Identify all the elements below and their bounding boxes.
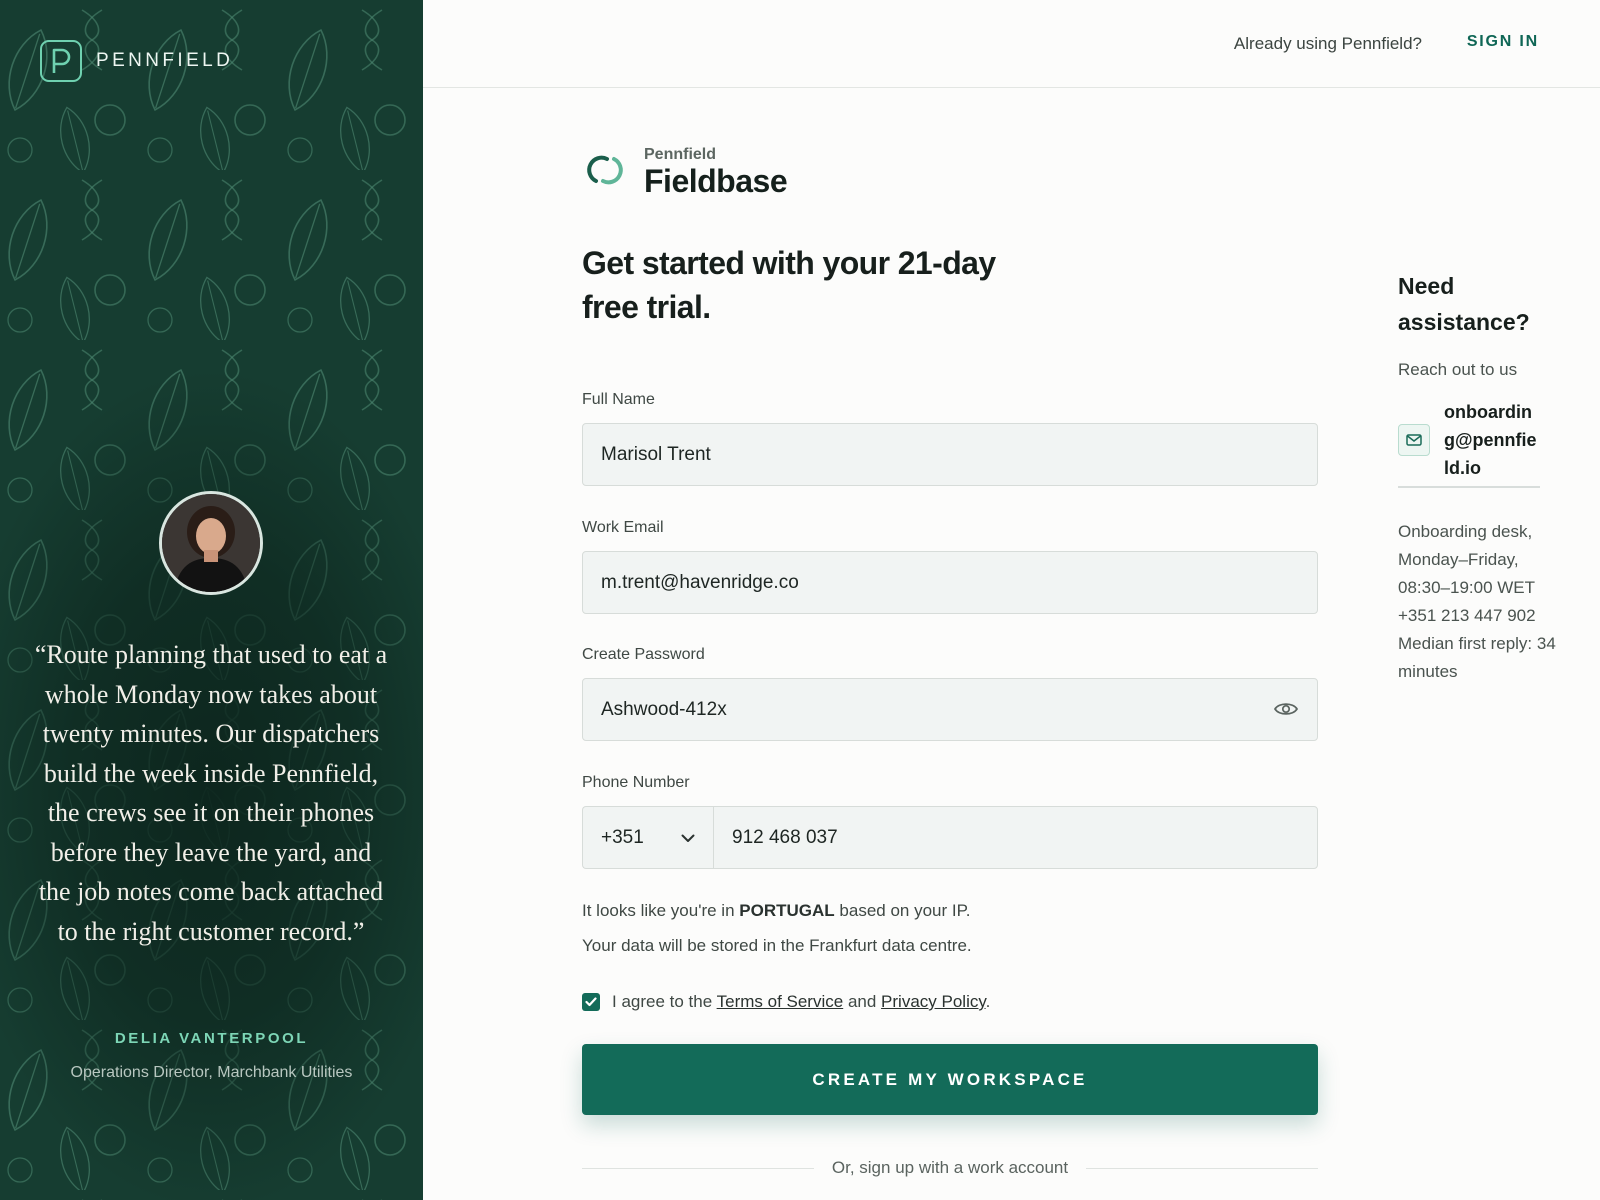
location-prefix: It looks like you're in bbox=[582, 901, 735, 920]
page-title: Get started with your 21-day free trial. bbox=[582, 245, 996, 325]
storage-note: Your data will be stored in the Frankfur… bbox=[582, 936, 972, 955]
support-phone: +351 213 447 902 bbox=[1398, 606, 1536, 625]
support-email: onboarding@pennfield.io bbox=[1444, 402, 1537, 478]
brand-name: PENNFIELD bbox=[96, 50, 234, 71]
full-name-label: Full Name bbox=[582, 391, 655, 408]
check-icon bbox=[585, 997, 597, 1007]
phone-label: Phone Number bbox=[582, 774, 690, 791]
agree-period: . bbox=[985, 992, 991, 1011]
alt-signup-text[interactable]: Or, sign up with a work account bbox=[832, 1158, 1068, 1178]
support-reply-time: Median first reply: 34 minutes bbox=[1398, 634, 1556, 681]
fieldbase-logo-icon bbox=[582, 150, 628, 195]
assistance-reach: Reach out to us bbox=[1398, 360, 1518, 379]
password-input[interactable] bbox=[582, 678, 1318, 741]
alt-signup-divider: Or, sign up with a work account bbox=[582, 1158, 1319, 1178]
top-bar: Already using Pennfield? SIGN IN bbox=[423, 0, 1600, 88]
terms-checkbox[interactable] bbox=[582, 993, 600, 1011]
terms-link[interactable]: Terms of Service bbox=[717, 992, 844, 1011]
terms-agreement: I agree to the Terms of Service and Priv… bbox=[582, 992, 990, 1012]
chevron-down-icon bbox=[681, 827, 695, 849]
work-email-label: Work Email bbox=[582, 519, 664, 536]
support-hours: Onboarding desk, Monday–Friday, 08:30–19… bbox=[1398, 522, 1536, 597]
divider-line-left bbox=[582, 1167, 814, 1169]
phone-number-input[interactable] bbox=[713, 806, 1318, 869]
location-suffix: based on your IP. bbox=[839, 901, 971, 920]
product-logo: Pennfield Fieldbase bbox=[582, 146, 788, 199]
testimonial-panel: PENNFIELD “Route planning that used to e… bbox=[0, 0, 423, 1200]
pennfield-brand[interactable]: PENNFIELD bbox=[40, 40, 233, 82]
create-workspace-button[interactable]: CREATE MY WORKSPACE bbox=[582, 1044, 1318, 1115]
mail-icon bbox=[1398, 424, 1430, 456]
existing-user-prompt: Already using Pennfield? bbox=[1233, 34, 1422, 53]
agree-and: and bbox=[847, 992, 877, 1011]
brand-p-icon bbox=[40, 40, 82, 82]
product-name: Fieldbase bbox=[644, 163, 788, 199]
testimonial-quote: “Route planning that used to eat a whole… bbox=[34, 640, 388, 946]
country-code-value: +351 bbox=[601, 826, 644, 848]
assistance-info: Onboarding desk, Monday–Friday, 08:30–19… bbox=[1398, 518, 1558, 686]
testimonial-author: DELIA VANTERPOOL bbox=[114, 1030, 309, 1047]
panel-shade bbox=[0, 0, 423, 1200]
privacy-link[interactable]: Privacy Policy bbox=[881, 992, 986, 1011]
work-email-input[interactable] bbox=[582, 551, 1318, 614]
agree-prefix: I agree to the bbox=[612, 992, 713, 1011]
sign-in-link[interactable]: SIGN IN bbox=[1467, 33, 1539, 51]
assistance-title: Need assistance? bbox=[1398, 273, 1530, 335]
testimonial-avatar bbox=[159, 491, 263, 595]
product-company: Pennfield bbox=[644, 146, 717, 163]
divider-line-right bbox=[1086, 1167, 1319, 1169]
location-country: PORTUGAL bbox=[739, 901, 835, 920]
testimonial-role: Operations Director, Marchbank Utilities bbox=[70, 1064, 353, 1081]
full-name-input[interactable] bbox=[582, 423, 1318, 486]
country-code-select[interactable]: +351 bbox=[582, 806, 713, 869]
support-email-link[interactable]: onboarding@pennfield.io bbox=[1398, 398, 1540, 488]
assistance-panel: Need assistance? Reach out to us onboard… bbox=[1398, 268, 1558, 686]
password-label: Create Password bbox=[582, 646, 705, 663]
location-note: It looks like you're in PORTUGAL based o… bbox=[582, 901, 970, 921]
eye-icon[interactable] bbox=[1272, 696, 1300, 722]
